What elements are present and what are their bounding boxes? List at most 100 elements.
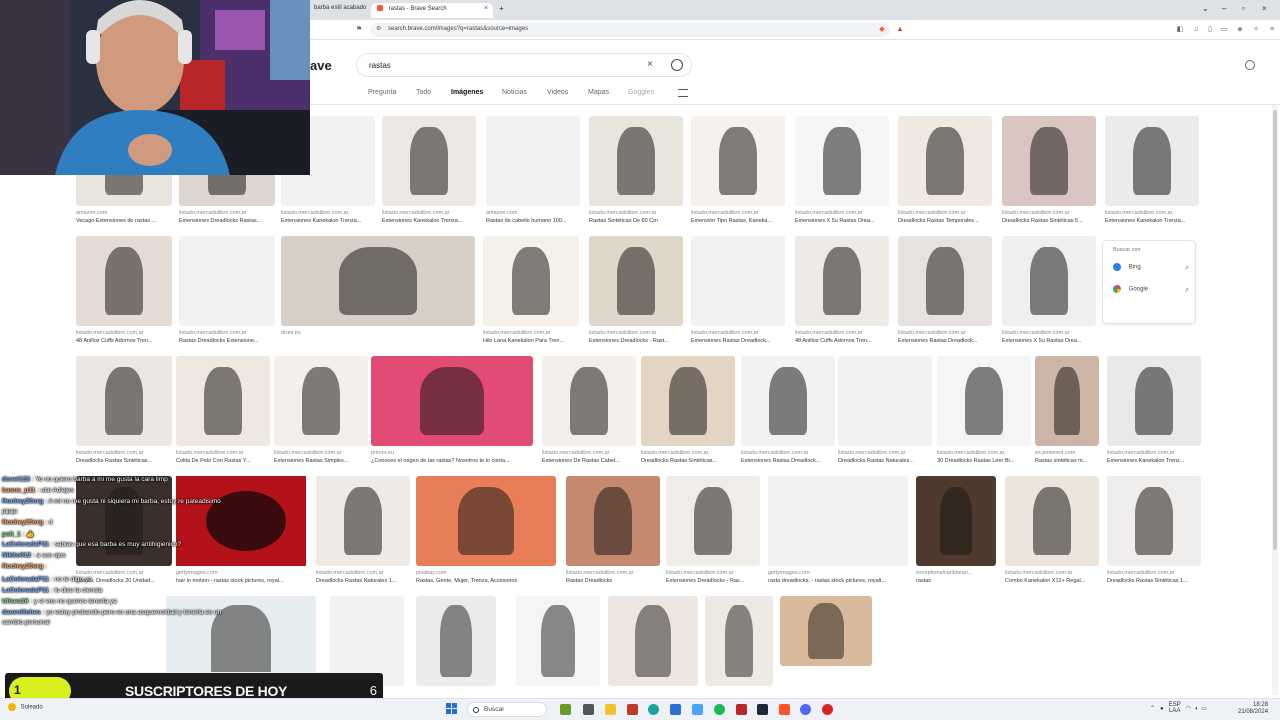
tab-pregunta[interactable]: Pregunta bbox=[368, 89, 396, 96]
tab-mapas[interactable]: Mapas bbox=[588, 89, 609, 96]
tab-goggles[interactable]: Goggles bbox=[628, 89, 654, 96]
brave-icon[interactable] bbox=[779, 704, 790, 715]
tab-imagenes[interactable]: Imágenes bbox=[451, 89, 483, 96]
battery-icon[interactable]: ▭ bbox=[1201, 706, 1207, 712]
start-button[interactable] bbox=[446, 703, 458, 715]
image-result-thumbnail[interactable] bbox=[76, 356, 172, 446]
image-result-thumbnail[interactable] bbox=[416, 476, 556, 566]
image-result-thumbnail[interactable] bbox=[416, 596, 496, 686]
chevron-up-icon[interactable]: ⌃ bbox=[1150, 706, 1155, 712]
sidebar-icon[interactable]: ▯ bbox=[1206, 25, 1214, 34]
image-result-caption[interactable]: listado.mercadolibre.com.ar Dreadlocks Ra… bbox=[898, 210, 992, 224]
site-info-icon[interactable]: ⚙ bbox=[376, 25, 381, 32]
image-result-thumbnail[interactable] bbox=[76, 236, 172, 326]
image-result-thumbnail[interactable] bbox=[608, 596, 698, 686]
settings-gear-icon[interactable] bbox=[1245, 60, 1255, 70]
spotify-icon[interactable] bbox=[714, 704, 725, 715]
brave-shields-icon[interactable]: ◆ bbox=[878, 25, 886, 34]
edge-icon[interactable] bbox=[648, 704, 659, 715]
minimize-button[interactable]: – bbox=[1222, 4, 1226, 13]
steam-icon[interactable] bbox=[757, 704, 768, 715]
image-result-caption[interactable]: listado.mercadolibre.com.ar Extensiones K… bbox=[382, 210, 476, 224]
image-result-thumbnail[interactable] bbox=[741, 356, 835, 446]
weather-widget[interactable]: Soleado bbox=[8, 703, 43, 711]
brave-rewards-icon[interactable]: ▲ bbox=[896, 25, 904, 34]
language-indicator[interactable]: ESP LAA bbox=[1169, 702, 1181, 714]
image-result-thumbnail[interactable] bbox=[691, 236, 785, 326]
image-result-thumbnail[interactable] bbox=[795, 236, 889, 326]
image-result-caption[interactable]: listado.mercadolibre.com.ar Hilo Lana Kan… bbox=[483, 330, 579, 344]
image-result-thumbnail[interactable] bbox=[768, 476, 908, 566]
image-result-thumbnail[interactable] bbox=[916, 476, 996, 566]
tab-todo[interactable]: Todo bbox=[416, 89, 431, 96]
image-result-thumbnail[interactable] bbox=[483, 236, 579, 326]
image-result-thumbnail[interactable] bbox=[589, 116, 683, 206]
image-result-thumbnail[interactable] bbox=[795, 116, 889, 206]
browser-tab-active[interactable]: rastas - Brave Search × bbox=[371, 3, 493, 18]
leo-icon[interactable]: ✧ bbox=[1252, 25, 1260, 34]
image-result-caption[interactable]: exceptionalcaribbean... rastas bbox=[916, 570, 996, 584]
close-tab-icon[interactable]: × bbox=[484, 5, 488, 12]
image-result-thumbnail[interactable] bbox=[566, 476, 660, 566]
app-icon[interactable] bbox=[627, 704, 638, 715]
image-result-thumbnail[interactable] bbox=[1002, 116, 1096, 206]
image-result-caption[interactable]: listado.mercadolibre.com.ar Extensiones D… bbox=[542, 450, 636, 464]
image-result-thumbnail[interactable] bbox=[937, 356, 1031, 446]
image-result-caption[interactable]: listado.mercadolibre.com.ar Dreadlocks Ra… bbox=[316, 570, 410, 584]
game-app-icon[interactable] bbox=[560, 704, 571, 715]
taskbar-search[interactable]: Buscar bbox=[467, 702, 547, 717]
url-field[interactable]: ⚙ search.brave.com/images?q=rastas&sourc… bbox=[370, 23, 890, 37]
image-result-thumbnail[interactable] bbox=[542, 356, 636, 446]
image-result-thumbnail[interactable] bbox=[1107, 476, 1201, 566]
image-result-caption[interactable]: gettyimages.com rasta dreadlocks. - rasta… bbox=[768, 570, 908, 584]
scrollbar-thumb[interactable] bbox=[1273, 110, 1277, 550]
image-result-caption[interactable]: listado.mercadolibre.com.ar Dreadlocks Ra… bbox=[1107, 570, 1201, 584]
filter-icon[interactable] bbox=[678, 89, 688, 97]
image-result-caption[interactable]: listado.mercadolibre.com.ar Extensiones R… bbox=[741, 450, 835, 464]
image-result-caption[interactable]: listado.mercadolibre.com.ar Extensiones D… bbox=[179, 210, 275, 224]
tab-videos[interactable]: Videos bbox=[547, 89, 568, 96]
search-input[interactable]: rastas bbox=[369, 61, 391, 70]
close-window-button[interactable]: × bbox=[1262, 4, 1267, 13]
image-result-caption[interactable]: listado.mercadolibre.com.ar Extensiones R… bbox=[274, 450, 368, 464]
image-result-caption[interactable]: listado.mercadolibre.com.ar Dreadlocks Ra… bbox=[1002, 210, 1096, 224]
file-explorer-icon[interactable] bbox=[605, 704, 616, 715]
image-result-caption[interactable]: listado.mercadolibre.com.ar Extensiones X… bbox=[1002, 330, 1096, 344]
menu-icon[interactable]: ≡ bbox=[1268, 25, 1276, 34]
vpn-icon[interactable]: ◈ bbox=[1236, 25, 1244, 34]
image-result-thumbnail[interactable] bbox=[589, 236, 683, 326]
image-result-thumbnail[interactable] bbox=[898, 116, 992, 206]
clear-search-icon[interactable]: × bbox=[647, 59, 653, 70]
bookmark-icon[interactable]: ⚑ bbox=[355, 25, 363, 34]
image-result-thumbnail[interactable] bbox=[1002, 236, 1096, 326]
image-result-caption[interactable]: listado.mercadolibre.com.ar Extensiones D… bbox=[589, 330, 683, 344]
app-icon[interactable] bbox=[692, 704, 703, 715]
search-icon[interactable] bbox=[671, 59, 683, 71]
image-result-caption[interactable]: listado.mercadolibre.com.ar Extensiones K… bbox=[1105, 210, 1199, 224]
browser-tab[interactable]: barba estil acabado bbox=[308, 3, 368, 18]
extensions-icon[interactable]: ◧ bbox=[1176, 25, 1184, 34]
image-result-thumbnail[interactable] bbox=[1035, 356, 1099, 446]
wifi-icon[interactable]: ◠ bbox=[1186, 706, 1191, 712]
maximize-button[interactable]: ▫ bbox=[1242, 4, 1245, 13]
image-result-caption[interactable]: listado.mercadolibre.com.ar Extensiones K… bbox=[1107, 450, 1201, 464]
task-view-icon[interactable] bbox=[583, 704, 594, 715]
image-result-thumbnail[interactable] bbox=[179, 236, 275, 326]
image-result-thumbnail[interactable] bbox=[1107, 356, 1201, 446]
wallet-icon[interactable]: ▭ bbox=[1220, 25, 1228, 34]
store-icon[interactable] bbox=[670, 704, 681, 715]
image-result-thumbnail[interactable] bbox=[780, 596, 872, 666]
image-result-thumbnail[interactable] bbox=[641, 356, 735, 446]
image-result-thumbnail[interactable] bbox=[1105, 116, 1199, 206]
discord-icon[interactable] bbox=[800, 704, 811, 715]
app-icon[interactable] bbox=[736, 704, 747, 715]
image-result-caption[interactable]: listado.mercadolibre.com.ar 30 Dreadlocks… bbox=[937, 450, 1031, 464]
media-icon[interactable]: ♫ bbox=[1192, 25, 1200, 34]
search-with-google[interactable]: Google ↗ bbox=[1113, 285, 1189, 299]
image-result-caption[interactable]: listado.mercadolibre.com.ar Extensiones K… bbox=[281, 210, 375, 224]
image-result-caption[interactable]: primor.eu ¿Conoces el origen de las rasta… bbox=[371, 450, 533, 464]
search-with-bing[interactable]: Bing ↗ bbox=[1113, 263, 1189, 277]
image-result-caption[interactable]: pixabay.com Rastas, Gente, Mujer, Trenza,… bbox=[416, 570, 556, 584]
image-result-caption[interactable]: listado.mercadolibre.com.ar Extensiones R… bbox=[898, 330, 992, 344]
image-result-caption[interactable]: listado.mercadolibre.com.ar Rastas Dreadl… bbox=[566, 570, 660, 584]
